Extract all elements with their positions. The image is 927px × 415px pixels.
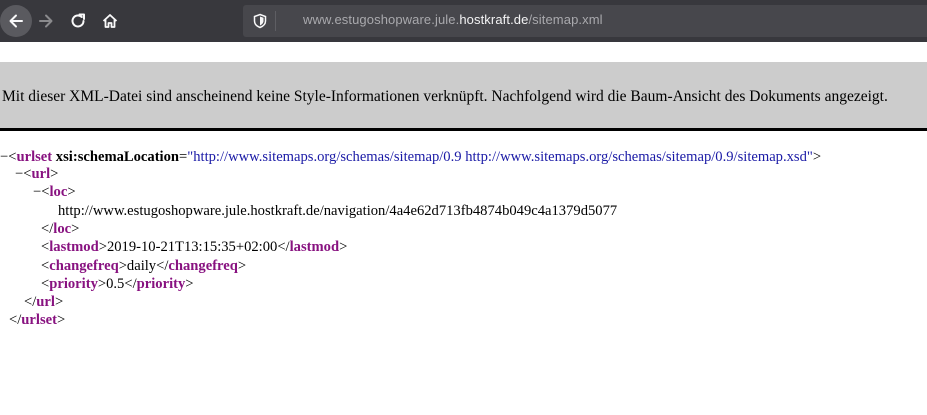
home-button[interactable] — [94, 5, 126, 37]
xml-info-banner: Mit dieser XML-Datei sind anscheinend ke… — [0, 62, 927, 131]
tag-name: priority — [136, 276, 186, 292]
browser-toolbar: www.estugoshopware.jule.hostkraft.de/sit… — [0, 0, 927, 42]
tag-name: priority — [49, 276, 98, 292]
address-bar[interactable]: www.estugoshopware.jule.hostkraft.de/sit… — [243, 5, 927, 37]
banner-text: Mit dieser XML-Datei sind anscheinend ke… — [2, 88, 888, 105]
xml-line-lastmod: <lastmod>2019-10-21T13:15:35+02:00</last… — [41, 239, 348, 255]
xml-line-url-close: </url> — [24, 294, 64, 310]
home-icon — [102, 14, 118, 28]
arrow-left-icon — [9, 14, 23, 28]
reload-button[interactable] — [62, 5, 94, 37]
tag-name: lastmod — [49, 239, 99, 255]
shield-icon[interactable] — [251, 12, 269, 30]
url-path: /sitemap.xml — [528, 12, 603, 27]
xml-line-changefreq: <changefreq>daily</changefreq> — [41, 258, 247, 274]
xml-line-loc-close: </loc> — [41, 221, 80, 237]
collapse-button[interactable]: − — [0, 149, 8, 165]
xml-line-url-open: −<url> — [15, 166, 59, 182]
url-host: hostkraft.de — [459, 12, 529, 27]
url-separator — [275, 11, 276, 31]
reload-icon — [71, 13, 85, 28]
tag-name: url — [36, 294, 55, 310]
tag-name: loc — [49, 184, 68, 200]
xml-line-priority: <priority>0.5</priority> — [41, 276, 194, 292]
forward-button[interactable] — [30, 5, 62, 37]
xml-line-urlset-open: −<urlset xsi:schemaLocation="http://www.… — [0, 149, 822, 165]
tag-name: loc — [53, 221, 72, 237]
xml-line-loc-open: −<loc> — [33, 184, 76, 200]
tag-name: urlset — [21, 312, 57, 328]
priority-value: 0.5 — [106, 276, 125, 292]
lastmod-value: 2019-10-21T13:15:35+02:00 — [106, 239, 278, 255]
back-button[interactable] — [0, 5, 32, 37]
tag-name: changefreq — [168, 258, 238, 274]
changefreq-value: daily — [126, 258, 157, 274]
xml-line-urlset-close: </urlset> — [9, 312, 66, 328]
attribute-value: "http://www.sitemaps.org/schemas/sitemap… — [187, 149, 813, 165]
url-text[interactable]: www.estugoshopware.jule.hostkraft.de/sit… — [303, 12, 603, 27]
tag-name: lastmod — [289, 239, 340, 255]
collapse-button[interactable]: − — [33, 184, 41, 200]
collapse-button[interactable]: − — [15, 166, 23, 182]
tag-name: urlset — [16, 149, 53, 165]
url-prefix: www.estugoshopware.jule. — [303, 12, 460, 27]
attribute-name: xsi:schemaLocation — [55, 149, 180, 165]
tag-name: changefreq — [49, 258, 119, 274]
xml-loc-value: http://www.estugoshopware.jule.hostkraft… — [58, 203, 618, 219]
arrow-right-icon — [39, 14, 53, 28]
tag-name: url — [31, 166, 51, 182]
